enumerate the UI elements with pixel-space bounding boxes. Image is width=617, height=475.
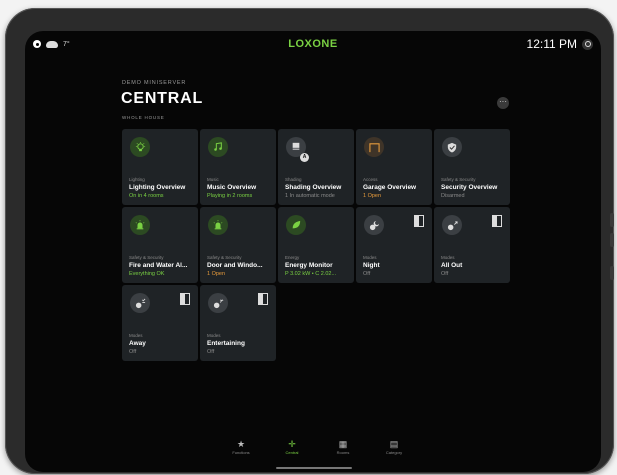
tile-category: Safety & Security — [207, 255, 242, 260]
central-icon: ✛ — [288, 439, 296, 449]
tile-status: P 3.02 kW • C 2.02... — [285, 271, 337, 277]
music-note-icon — [208, 137, 228, 157]
tile-category: Safety & Security — [441, 177, 476, 182]
tile-name: Energy Monitor — [285, 262, 333, 269]
search-button[interactable] — [582, 38, 593, 50]
moon-mode-icon — [364, 215, 384, 235]
control-tile[interactable]: Safety & Security Fire and Water Al... Eve… — [122, 207, 198, 283]
page-title: CENTRAL — [121, 90, 204, 107]
nav-category[interactable]: ▤ Category — [374, 438, 414, 455]
tile-category: Shading — [285, 177, 302, 182]
nav-label: Functions — [232, 450, 250, 455]
mode-toggle[interactable] — [492, 215, 502, 227]
app-screen: 7° LOXONE 12:11 PM DEMO MINISERVER CENTR… — [25, 31, 601, 472]
tile-category: Lighting — [129, 177, 145, 182]
tile-name: Entertaining — [207, 340, 245, 347]
nav-rooms[interactable]: ▦ Rooms — [323, 438, 363, 455]
tile-category: Music — [207, 177, 219, 182]
mode-toggle[interactable] — [180, 293, 190, 305]
status-bar: 7° LOXONE 12:11 PM — [25, 31, 601, 57]
tile-status: On in 4 rooms — [129, 193, 164, 199]
tile-name: Music Overview — [207, 184, 257, 191]
nav-label: Central — [285, 450, 299, 455]
control-tile[interactable]: Modes Night Off — [356, 207, 432, 283]
tile-name: All Out — [441, 262, 463, 269]
tile-name: Security Overview — [441, 184, 498, 191]
home-indicator[interactable] — [276, 467, 352, 469]
tablet-frame: 7° LOXONE 12:11 PM DEMO MINISERVER CENTR… — [5, 8, 614, 474]
party-mode-icon — [208, 293, 228, 313]
search-icon — [584, 41, 591, 47]
siren-icon — [130, 215, 150, 235]
tile-category: Energy — [285, 255, 300, 260]
more-options-button[interactable]: ··· — [497, 97, 509, 109]
miniserver-name: DEMO MINISERVER — [122, 80, 187, 86]
nav-functions[interactable]: ★ Functions — [221, 438, 261, 455]
tile-status: 1 Open — [363, 193, 382, 199]
mode-toggle[interactable] — [414, 215, 424, 227]
tile-status: Off — [207, 349, 215, 355]
category-icon: ▤ — [389, 439, 399, 449]
side-button — [610, 266, 614, 280]
leaf-icon — [286, 215, 306, 235]
control-tile[interactable]: Modes All Out Off — [434, 207, 510, 283]
control-tile[interactable]: A Shading Shading Overview 1 In automatic m… — [278, 129, 354, 205]
tile-status: Disarmed — [441, 193, 465, 199]
control-tile[interactable]: Safety & Security Door and Windo... 1 Open — [200, 207, 276, 283]
tile-category: Modes — [441, 255, 455, 260]
volume-up-button — [610, 213, 614, 227]
tile-status: 1 In automatic mode — [285, 193, 335, 199]
tile-status: Off — [441, 271, 449, 277]
star-icon: ★ — [236, 439, 246, 449]
tile-category: Safety & Security — [129, 255, 164, 260]
mode-toggle[interactable] — [258, 293, 268, 305]
siren-icon — [208, 215, 228, 235]
brand-logo: LOXONE — [288, 38, 338, 50]
away-mode-icon — [130, 293, 150, 313]
control-tile[interactable]: Access Garage Overview 1 Open — [356, 129, 432, 205]
control-tile[interactable]: Energy Energy Monitor P 3.02 kW • C 2.02..… — [278, 207, 354, 283]
grid-icon: ▦ — [338, 439, 348, 449]
control-tile[interactable]: Safety & Security Security Overview Disarm… — [434, 129, 510, 205]
tile-status: Everything OK — [129, 271, 165, 277]
control-tile[interactable]: Modes Entertaining Off — [200, 285, 276, 361]
nav-central[interactable]: ✛ Central — [272, 438, 312, 455]
tile-status: Off — [129, 349, 137, 355]
tile-name: Night — [363, 262, 380, 269]
tile-category: Access — [363, 177, 378, 182]
control-tile[interactable]: Lighting Lighting Overview On in 4 rooms — [122, 129, 198, 205]
leave-mode-icon — [442, 215, 462, 235]
tile-category: Modes — [129, 333, 143, 338]
tile-category: Modes — [207, 333, 221, 338]
garage-door-icon — [364, 137, 384, 157]
lightbulb-icon — [130, 137, 150, 157]
tile-name: Shading Overview — [285, 184, 342, 191]
page-subtitle: WHOLE HOUSE — [122, 115, 165, 120]
automatic-badge: A — [300, 153, 309, 162]
tile-status: Off — [363, 271, 371, 277]
tile-status: 1 Open — [207, 271, 226, 277]
clock: 12:11 PM — [526, 37, 577, 51]
control-tile[interactable]: Modes Away Off — [122, 285, 198, 361]
tile-category: Modes — [363, 255, 377, 260]
assistant-icon[interactable]: ♀ — [593, 469, 601, 472]
shield-icon — [442, 137, 462, 157]
nav-label: Category — [385, 450, 403, 455]
tile-name: Garage Overview — [363, 184, 417, 191]
control-tile[interactable]: Music Music Overview Playing in 2 rooms — [200, 129, 276, 205]
tile-name: Fire and Water Al... — [129, 262, 188, 269]
volume-down-button — [610, 233, 614, 247]
tile-status: Playing in 2 rooms — [207, 193, 253, 199]
tile-name: Away — [129, 340, 146, 347]
nav-label: Rooms — [336, 450, 350, 455]
tile-name: Lighting Overview — [129, 184, 186, 191]
tile-name: Door and Windo... — [207, 262, 263, 269]
